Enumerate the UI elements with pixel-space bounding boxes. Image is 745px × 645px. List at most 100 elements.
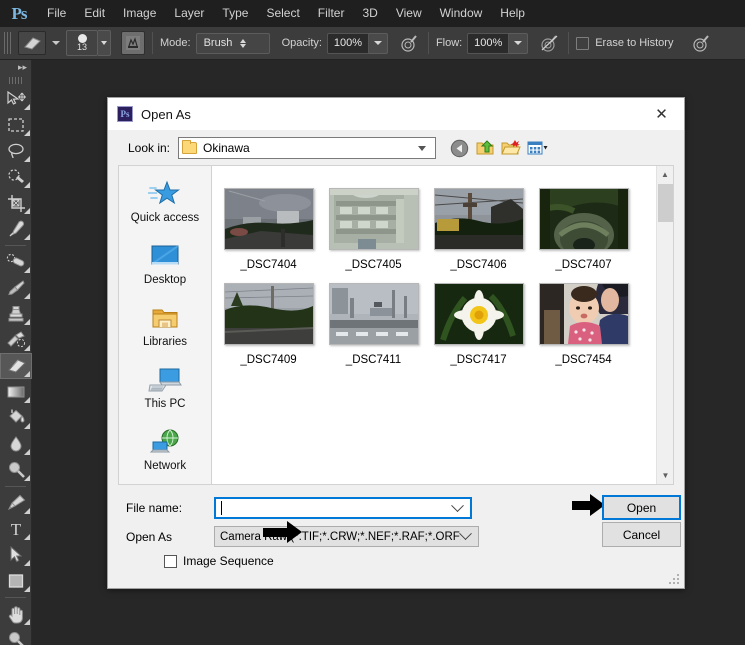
menu-item-help[interactable]: Help [491,0,534,27]
file-thumbnail[interactable] [329,283,419,345]
sidebar-item-libraries[interactable]: Libraries [119,298,211,360]
clone-stamp-tool[interactable] [0,301,32,327]
lasso-tool[interactable] [0,138,32,164]
tool-flyout-triangle-icon[interactable] [24,234,30,240]
image-sequence-checkbox[interactable] [164,555,177,568]
options-bar-drag-grip[interactable] [4,32,13,54]
pressure-size-icon[interactable] [688,31,712,55]
opacity-value[interactable]: 100% [327,33,369,54]
file-name-input[interactable] [214,497,472,519]
history-brush-tool[interactable] [0,327,32,353]
chevron-down-icon[interactable] [451,499,464,512]
flow-value[interactable]: 100% [467,33,509,54]
file-thumbnail[interactable] [539,188,629,250]
tool-preset-chevron-down-icon[interactable] [52,41,60,45]
sidebar-item-network[interactable]: Network [119,422,211,484]
tool-flyout-triangle-icon[interactable] [24,345,30,351]
list-item[interactable]: _DSC7417 [426,283,531,378]
tool-flyout-triangle-icon[interactable] [24,267,30,273]
opacity-chevron-down-icon[interactable] [369,33,388,54]
chevron-down-icon[interactable] [418,146,426,151]
pen-tool[interactable] [0,490,32,516]
tool-flyout-triangle-icon[interactable] [24,534,30,540]
tool-flyout-triangle-icon[interactable] [24,371,30,377]
rectangular-marquee-tool[interactable] [0,112,32,138]
tool-flyout-triangle-icon[interactable] [24,560,30,566]
file-list-scrollbar[interactable]: ▲ ▼ [656,166,673,484]
scrollbar-thumb[interactable] [658,184,673,222]
hand-tool[interactable] [0,601,32,627]
tool-flyout-triangle-icon[interactable] [24,449,30,455]
mode-select[interactable]: Brush [196,33,270,54]
tool-flyout-triangle-icon[interactable] [24,104,30,110]
list-item[interactable]: _DSC7411 [321,283,426,378]
horizontal-type-tool[interactable]: T [0,516,32,542]
dodge-tool[interactable] [0,457,32,483]
brush-tool[interactable] [0,275,32,301]
cancel-button[interactable]: Cancel [602,522,681,547]
tool-flyout-triangle-icon[interactable] [24,293,30,299]
flow-control[interactable]: 100% [467,33,528,54]
path-selection-tool[interactable] [0,542,32,568]
quick-selection-tool[interactable] [0,164,32,190]
list-item[interactable]: _DSC7404 [216,188,321,283]
tool-flyout-triangle-icon[interactable] [24,508,30,514]
menu-item-3d[interactable]: 3D [353,0,386,27]
chevron-up-icon[interactable]: ▲ [657,166,673,183]
file-thumbnail[interactable] [539,283,629,345]
brush-size-picker[interactable]: 13 [66,30,111,56]
menu-item-view[interactable]: View [387,0,431,27]
flow-chevron-down-icon[interactable] [509,33,528,54]
resize-grip-icon[interactable] [669,573,681,585]
pressure-opacity-icon[interactable] [397,31,421,55]
collapse-chevrons-icon[interactable]: ▸▸ [0,60,31,74]
up-one-level-icon[interactable] [474,137,496,159]
views-icon[interactable] [526,137,548,159]
file-thumbnail[interactable] [329,188,419,250]
erase-to-history-checkbox[interactable] [576,37,589,50]
current-tool-preview-icon[interactable] [18,31,46,55]
blur-tool[interactable] [0,431,32,457]
crop-tool[interactable] [0,190,32,216]
file-thumbnail[interactable] [224,188,314,250]
move-tool[interactable] [0,86,32,112]
list-item[interactable]: _DSC7407 [531,188,636,283]
menu-item-type[interactable]: Type [213,0,257,27]
back-icon[interactable] [448,137,470,159]
file-thumbnail[interactable] [224,283,314,345]
tool-flyout-triangle-icon[interactable] [24,397,30,403]
opacity-control[interactable]: 100% [327,33,388,54]
chevron-down-icon[interactable]: ▼ [657,467,674,484]
tool-flyout-triangle-icon[interactable] [24,586,30,592]
menu-item-file[interactable]: File [38,0,75,27]
close-icon[interactable]: ✕ [639,98,684,131]
image-sequence-row[interactable]: Image Sequence [164,554,674,568]
file-thumbnail[interactable] [434,188,524,250]
tool-flyout-triangle-icon[interactable] [24,156,30,162]
eraser-tool[interactable] [0,353,32,379]
tool-flyout-triangle-icon[interactable] [24,130,30,136]
menu-item-edit[interactable]: Edit [75,0,114,27]
sidebar-item-desktop[interactable]: Desktop [119,236,211,298]
menu-item-filter[interactable]: Filter [309,0,354,27]
tool-flyout-triangle-icon[interactable] [24,423,30,429]
sidebar-item-this-pc[interactable]: This PC [119,360,211,422]
brush-preview-icon[interactable]: 13 [66,30,98,56]
tool-flyout-triangle-icon[interactable] [24,182,30,188]
gradient-tool[interactable] [0,379,32,405]
open-button[interactable]: Open [602,495,681,520]
tool-flyout-triangle-icon[interactable] [24,319,30,325]
paint-bucket-tool[interactable] [0,405,32,431]
brush-picker-chevron-down-icon[interactable] [98,30,111,56]
chevron-down-icon[interactable] [459,527,472,540]
tool-flyout-triangle-icon[interactable] [24,208,30,214]
zoom-tool[interactable] [0,627,32,645]
dialog-title-bar[interactable]: Ps Open As ✕ [108,98,684,131]
eyedropper-tool[interactable] [0,216,32,242]
airbrush-icon[interactable] [537,31,561,55]
list-item[interactable]: _DSC7454 [531,283,636,378]
tool-flyout-triangle-icon[interactable] [24,619,30,625]
list-item[interactable]: _DSC7406 [426,188,531,283]
file-list[interactable]: _DSC7404 [211,165,674,485]
menu-item-image[interactable]: Image [114,0,165,27]
